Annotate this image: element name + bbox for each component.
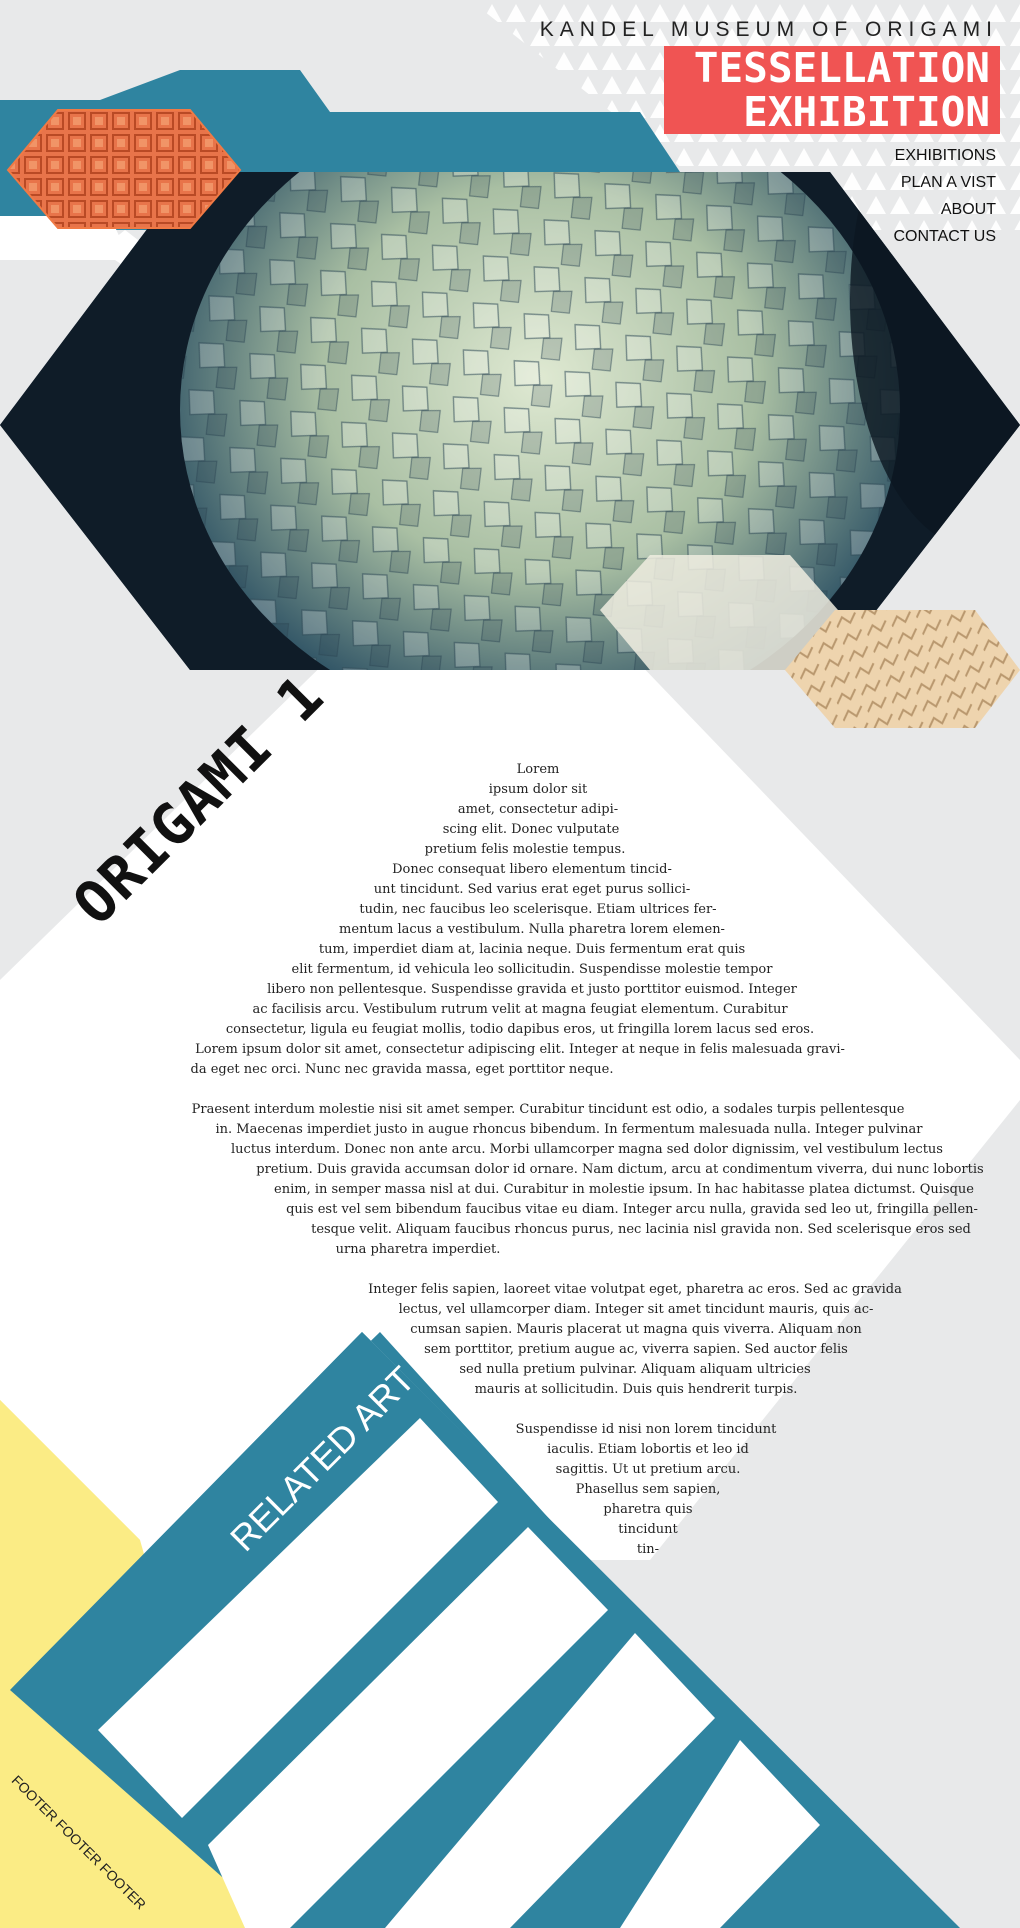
museum-name: KANDEL MUSEUM OF ORIGAMI — [539, 18, 998, 41]
exhibition-title-line-2: EXHIBITION — [743, 88, 990, 136]
article-line: urna pharetra imperdiet. — [335, 1242, 501, 1257]
article-line: sagittis. Ut ut pretium arcu. — [555, 1462, 741, 1477]
article-line: mentum lacus a vestibulum. Nulla pharetr… — [339, 922, 725, 937]
article-line: Lorem ipsum dolor sit amet, consectetur … — [195, 1042, 845, 1057]
paragraph-1: Lorem ipsum dolor sit amet, consectetur ad… — [0, 760, 1020, 1080]
paragraph-2: Praesent interdum molestie nisi sit amet… — [0, 1100, 1020, 1260]
article-line: tudin, nec faucibus leo scelerisque. Eti… — [359, 902, 717, 917]
nav-item-about[interactable]: ABOUT — [893, 196, 996, 223]
article-line: Integer felis sapien, laoreet vitae volu… — [368, 1282, 902, 1297]
article-line: libero non pellentesque. Suspendisse gra… — [267, 982, 797, 997]
article-line: tincidunt — [618, 1522, 678, 1537]
article-line: Praesent interdum molestie nisi sit amet… — [191, 1102, 905, 1117]
nav-item-exhibitions[interactable]: EXHIBITIONS — [893, 142, 996, 169]
article-line: cumsan sapien. Mauris placerat ut magna … — [410, 1322, 862, 1337]
article-line: unt tincidunt. Sed varius erat eget puru… — [373, 882, 691, 897]
article-line: amet, consectetur adipi- — [457, 802, 619, 817]
article-line: iaculis. Etiam lobortis et leo id — [547, 1442, 749, 1457]
article-line: quis est vel sem bibendum faucibus vitae… — [286, 1202, 978, 1217]
article-line: consectetur, ligula eu feugiat mollis, t… — [225, 1022, 815, 1037]
article-line: scing elit. Donec vulputate — [442, 822, 620, 837]
article-body: Lorem ipsum dolor sit amet, consectetur ad… — [0, 760, 1020, 1560]
paragraph-4: Suspendisse id nisi non lorem tincidunt i… — [0, 1420, 1020, 1560]
article-line: pretium. Duis gravida accumsan dolor id … — [256, 1162, 984, 1177]
article-line: elit fermentum, id vehicula leo sollicit… — [291, 962, 773, 977]
article-line: ipsum dolor sit — [488, 782, 588, 797]
paragraph-3: Integer felis sapien, laoreet vitae volu… — [0, 1280, 1020, 1400]
article-line: pharetra quis — [603, 1502, 693, 1517]
article-line: Donec consequat libero elementum tincid- — [392, 862, 672, 877]
article-line: Phasellus sem sapien, — [575, 1482, 721, 1497]
article-line: luctus interdum. Donec non ante arcu. Mo… — [231, 1142, 943, 1157]
article-line: tum, imperdiet diam at, lacinia neque. D… — [318, 942, 746, 957]
article-line: tesque velit. Aliquam faucibus rhoncus p… — [311, 1222, 971, 1237]
article-line: tin- — [636, 1542, 660, 1557]
article-line: lectus, vel ullamcorper diam. Integer si… — [398, 1302, 874, 1317]
exhibition-title-line-1: TESSELLATION — [693, 44, 990, 92]
article-line: ac facilisis arcu. Vestibulum rutrum vel… — [252, 1002, 788, 1017]
nav-item-plan-a-visit[interactable]: PLAN A VIST — [893, 169, 996, 196]
main-nav: EXHIBITIONS PLAN A VIST ABOUT CONTACT US — [893, 142, 996, 250]
article-line: sem porttitor, pretium augue ac, viverra… — [424, 1342, 848, 1357]
exhibition-title: TESSELLATION EXHIBITION — [664, 46, 1000, 134]
article-line: enim, in semper massa nisl at dui. Curab… — [274, 1182, 974, 1197]
article-line: pretium felis molestie tempus. — [424, 842, 626, 857]
article-line: in. Maecenas imperdiet justo in augue rh… — [215, 1122, 923, 1137]
nav-item-contact-us[interactable]: CONTACT US — [893, 223, 996, 250]
article-line: sed nulla pretium pulvinar. Aliquam aliq… — [459, 1362, 811, 1377]
article-line: Lorem — [516, 762, 560, 777]
article-line: da eget nec orci. Nunc nec gravida massa… — [190, 1062, 614, 1077]
